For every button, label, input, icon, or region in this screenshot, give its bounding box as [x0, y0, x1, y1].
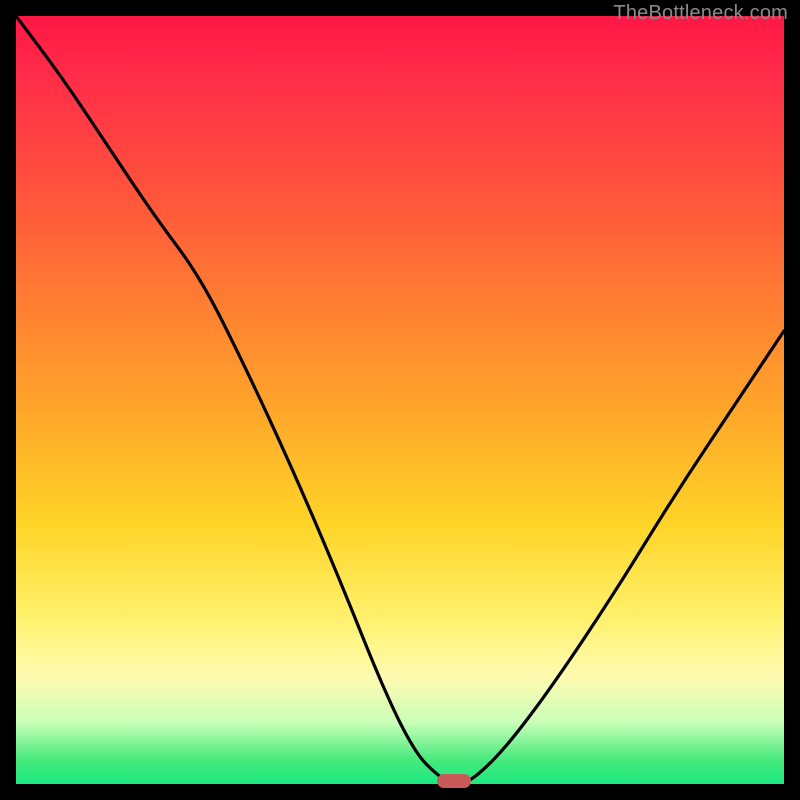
plot-area [16, 16, 784, 784]
chart-frame: TheBottleneck.com [0, 0, 800, 800]
bottleneck-curve [16, 16, 784, 784]
optimal-point-marker [437, 774, 471, 788]
